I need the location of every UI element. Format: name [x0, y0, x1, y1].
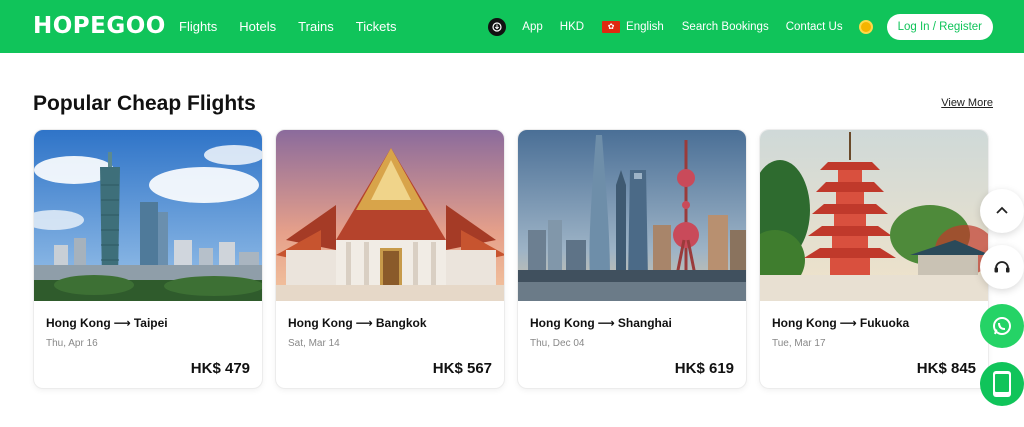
- logo-text-part1: HOPE: [33, 13, 107, 39]
- route-arrow-icon: ⟶: [597, 316, 615, 330]
- card-date: Tue, Mar 17: [772, 338, 826, 349]
- coin-rewards-icon[interactable]: [858, 19, 873, 34]
- flight-cards: Hong Kong ⟶ Taipei Thu, Apr 16 HK$ 479 H…: [33, 129, 989, 389]
- nav-trains[interactable]: Trains: [298, 19, 334, 34]
- app-phone-icon: [993, 371, 1011, 397]
- route-arrow-icon: ⟶: [355, 316, 373, 330]
- hk-flag-icon: ✿: [602, 20, 621, 33]
- section-title: Popular Cheap Flights: [33, 92, 256, 115]
- nav-tickets[interactable]: Tickets: [356, 19, 397, 34]
- taipei-skyline-image: [34, 130, 262, 301]
- chevron-up-icon: [996, 206, 1008, 214]
- route-origin: Hong Kong: [46, 316, 111, 330]
- card-price: HK$ 567: [432, 360, 492, 377]
- top-header: HOPE GOO Flights Hotels Trains Tickets Ap…: [0, 0, 1024, 53]
- scroll-top-button[interactable]: [980, 189, 1024, 233]
- card-date: Thu, Apr 16: [46, 338, 98, 349]
- shanghai-skyline-image: [518, 130, 746, 301]
- flight-card-shanghai[interactable]: Hong Kong ⟶ Shanghai Thu, Dec 04 HK$ 619: [517, 129, 747, 389]
- route-destination: Fukuoka: [859, 316, 910, 330]
- nav-hotels[interactable]: Hotels: [239, 19, 276, 34]
- route-destination: Shanghai: [617, 316, 672, 330]
- main-nav: Flights Hotels Trains Tickets: [179, 0, 419, 53]
- search-bookings-link[interactable]: Search Bookings: [682, 21, 769, 33]
- app-download-button[interactable]: [980, 362, 1024, 406]
- app-link[interactable]: App: [522, 21, 542, 33]
- flight-card-bangkok[interactable]: Hong Kong ⟶ Bangkok Sat, Mar 14 HK$ 567: [275, 129, 505, 389]
- fukuoka-pagoda-image: [760, 130, 988, 301]
- card-route: Hong Kong ⟶ Bangkok: [288, 316, 427, 330]
- card-date: Thu, Dec 04: [530, 338, 585, 349]
- view-more-link[interactable]: View More: [941, 97, 993, 109]
- route-origin: Hong Kong: [288, 316, 353, 330]
- route-destination: Bangkok: [375, 316, 427, 330]
- app-download-icon[interactable]: [488, 17, 507, 36]
- card-price: HK$ 845: [916, 360, 976, 377]
- route-origin: Hong Kong: [530, 316, 595, 330]
- hopegoo-logo[interactable]: HOPE GOO: [33, 12, 166, 40]
- route-destination: Taipei: [133, 316, 168, 330]
- logo-text-part2: GOO: [106, 13, 166, 39]
- card-route: Hong Kong ⟶ Shanghai: [530, 316, 672, 330]
- header-utilities: App HKD ✿ English Search Bookings Contac…: [488, 0, 993, 53]
- flight-card-taipei[interactable]: Hong Kong ⟶ Taipei Thu, Apr 16 HK$ 479: [33, 129, 263, 389]
- bangkok-temple-image: [276, 130, 504, 301]
- flight-card-fukuoka[interactable]: Hong Kong ⟶ Fukuoka Tue, Mar 17 HK$ 845: [759, 129, 989, 389]
- headset-icon: [994, 261, 1010, 273]
- card-price: HK$ 479: [190, 360, 250, 377]
- route-origin: Hong Kong: [772, 316, 837, 330]
- currency-selector[interactable]: HKD: [560, 21, 584, 33]
- login-register-button[interactable]: Log In / Register: [886, 13, 993, 40]
- card-route: Hong Kong ⟶ Taipei: [46, 316, 168, 330]
- card-price: HK$ 619: [674, 360, 734, 377]
- card-date: Sat, Mar 14: [288, 338, 340, 349]
- route-arrow-icon: ⟶: [839, 316, 857, 330]
- nav-flights[interactable]: Flights: [179, 19, 217, 34]
- contact-us-link[interactable]: Contact Us: [786, 21, 843, 33]
- language-selector[interactable]: English: [626, 21, 664, 33]
- whatsapp-icon: [993, 317, 1011, 335]
- card-route: Hong Kong ⟶ Fukuoka: [772, 316, 909, 330]
- route-arrow-icon: ⟶: [113, 316, 131, 330]
- whatsapp-button[interactable]: [980, 304, 1024, 348]
- customer-support-button[interactable]: [980, 245, 1024, 289]
